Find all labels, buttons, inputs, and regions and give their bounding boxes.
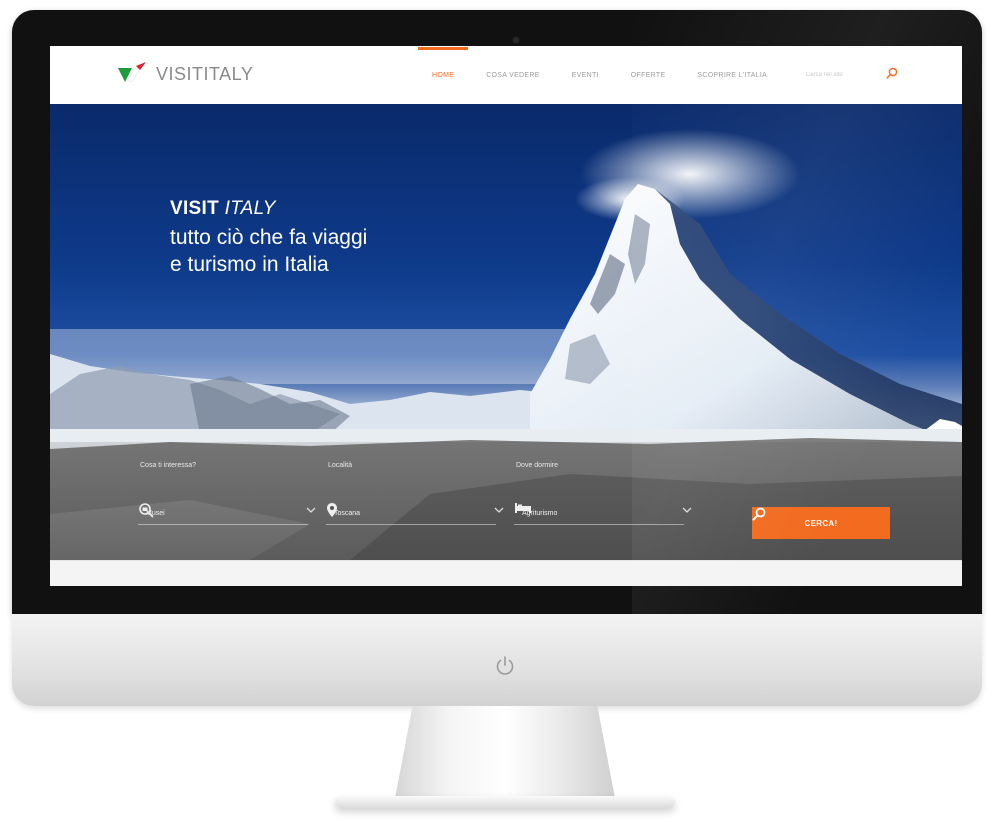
hero-title: VISIT ITALY tutto ciò che fa viaggi e tu… xyxy=(170,198,367,278)
logo-text: VISITITALY xyxy=(156,63,254,84)
page-content-edge xyxy=(50,560,962,586)
power-icon[interactable] xyxy=(493,654,517,683)
nav-offerte[interactable]: OFFERTE xyxy=(629,72,668,79)
hero-subtitle-line2: e turismo in Italia xyxy=(170,253,329,276)
logo-flag-icon xyxy=(116,62,150,86)
hero-subtitle: tutto ciò che fa viaggi e turismo in Ita… xyxy=(170,224,367,278)
hero-heading-italic: ITALY xyxy=(224,198,276,219)
hero-banner: VISIT ITALY tutto ciò che fa viaggi e tu… xyxy=(50,104,962,560)
hero-heading-bold: VISIT xyxy=(170,198,220,219)
nav-cosa-vedere[interactable]: COSA VEDERE xyxy=(484,72,541,79)
nav-home[interactable]: HOME xyxy=(417,46,469,79)
search-submit-button[interactable]: CERCA! xyxy=(752,507,890,539)
hero-heading: VISIT ITALY xyxy=(170,198,367,220)
location-label: Località xyxy=(328,462,353,469)
nav-scoprire-italia[interactable]: SCOPRIRE L'ITALIA xyxy=(695,72,769,79)
interest-select[interactable]: Musei xyxy=(138,502,316,525)
site-header: VISITITALY HOME COSA VEDERE EVENTI OFFER… xyxy=(50,46,962,105)
monitor-base xyxy=(335,796,675,808)
search-icon[interactable] xyxy=(886,66,898,84)
monitor-stand xyxy=(395,706,615,798)
nav-eventi[interactable]: EVENTI xyxy=(570,72,601,79)
interest-label: Cosa ti interessa? xyxy=(140,462,197,469)
stay-label: Dove dormire xyxy=(516,462,559,469)
location-select[interactable]: Toscana xyxy=(326,502,504,525)
search-icon xyxy=(752,507,766,521)
camera-icon xyxy=(512,36,520,44)
search-input[interactable] xyxy=(804,71,880,79)
stay-select[interactable]: Agriturismo xyxy=(514,502,692,525)
main-nav: HOME COSA VEDERE EVENTI OFFERTE SCOPRIRE… xyxy=(417,46,769,104)
logo[interactable]: VISITITALY xyxy=(116,62,253,86)
screen: VISITITALY HOME COSA VEDERE EVENTI OFFER… xyxy=(50,46,962,586)
search-submit-label: CERCA! xyxy=(804,518,838,528)
header-search xyxy=(804,66,898,84)
search-form: Cosa ti interessa? Località Dove dormire… xyxy=(50,442,962,560)
hero-subtitle-line1: tutto ciò che fa viaggi xyxy=(170,226,368,249)
monitor-bezel: VISITITALY HOME COSA VEDERE EVENTI OFFER… xyxy=(12,10,982,614)
